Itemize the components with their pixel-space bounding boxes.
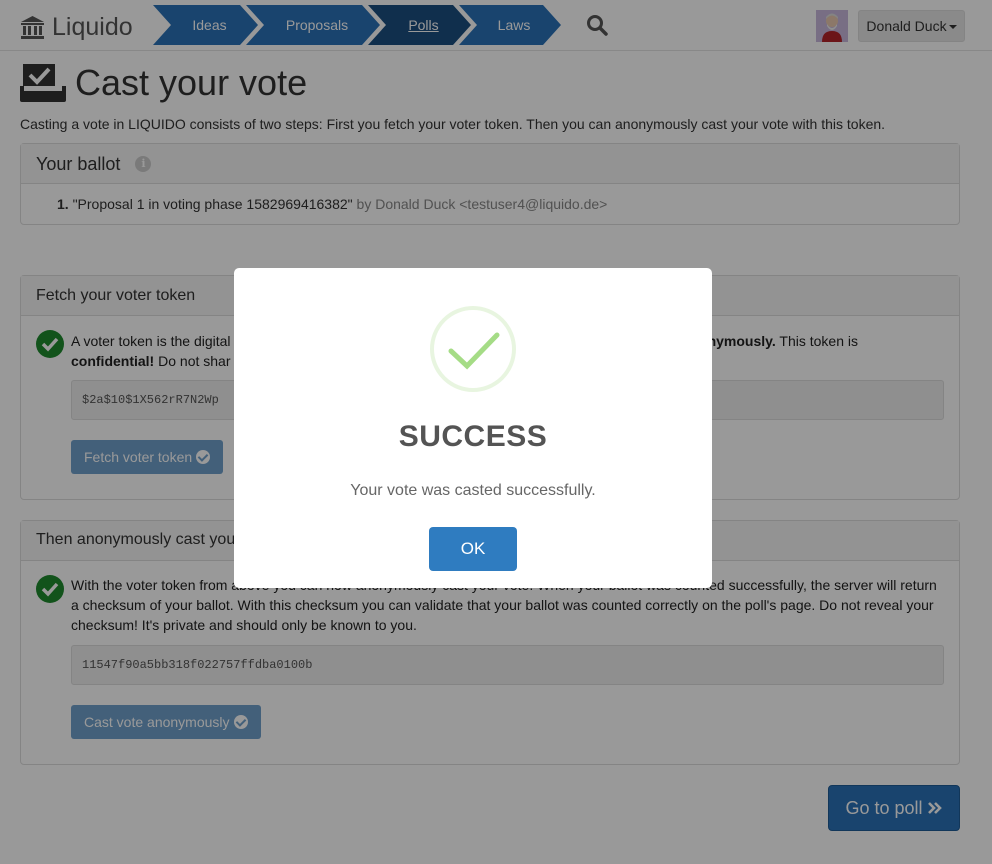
ok-button[interactable]: OK — [429, 527, 517, 571]
success-check-icon — [430, 306, 516, 392]
modal-message: Your vote was casted successfully. — [350, 482, 596, 499]
modal-title: SUCCESS — [398, 420, 548, 453]
success-modal: SUCCESS Your vote was casted successfull… — [234, 268, 712, 588]
